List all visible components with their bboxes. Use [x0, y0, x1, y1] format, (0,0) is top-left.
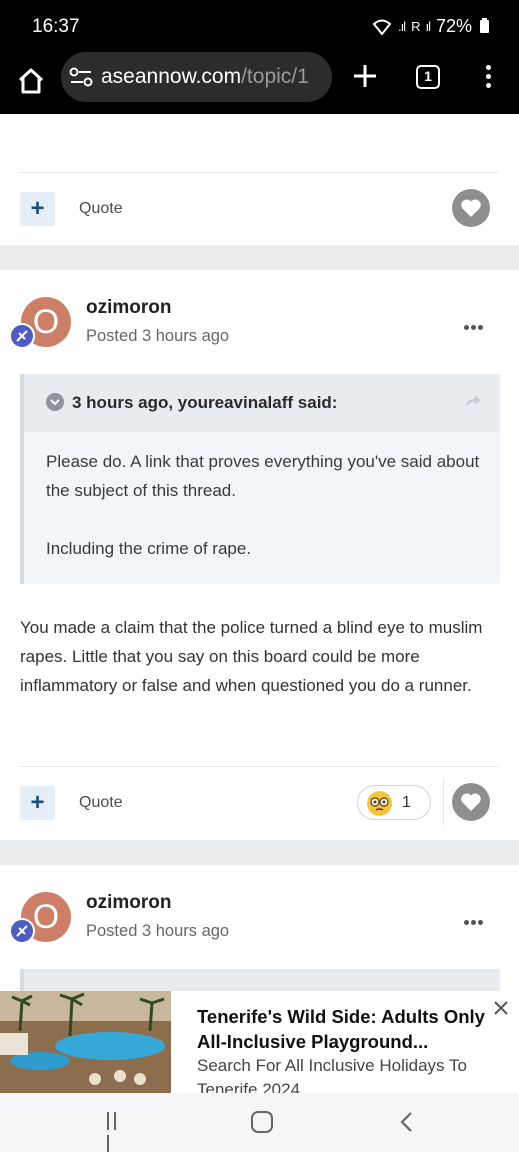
divider [20, 172, 499, 173]
divider [20, 766, 499, 767]
reaction-count-button[interactable]: 1 [357, 785, 431, 820]
quote-header: 3 hours ago, youreavinalaff said: [24, 374, 500, 432]
share-arrow-icon[interactable] [464, 394, 482, 408]
rank-badge [9, 918, 35, 944]
battery-icon [480, 18, 489, 33]
post-timestamp[interactable]: Posted 3 hours ago [86, 327, 229, 346]
post-timestamp[interactable]: Posted 3 hours ago [86, 922, 229, 941]
rank-badge [9, 323, 35, 349]
quote-button[interactable]: Quote [79, 794, 123, 812]
quote-citation: 3 hours ago, youreavinalaff said: [72, 393, 338, 412]
url-path: /topic/1 [241, 65, 309, 88]
blockquote: 3 hours ago, youreavinalaff said: Please… [20, 374, 500, 584]
post-options-icon[interactable] [464, 912, 486, 925]
signal-roaming: R [411, 19, 420, 34]
quote-text-line2: Including the crime of rape. [46, 539, 252, 558]
home-icon[interactable] [16, 66, 46, 96]
forum-post: O ozimoron Posted 3 hours ago 3 hours ag… [0, 270, 519, 840]
signal-icon-2: ıl [425, 19, 430, 34]
signal-icon: .ıl [397, 19, 406, 34]
like-button[interactable] [452, 189, 490, 227]
divider [443, 779, 444, 825]
ad-title[interactable]: Tenerife's Wild Side: Adults Only All-In… [197, 1004, 497, 1054]
like-button[interactable] [452, 783, 490, 821]
quote-text-line1: Please do. A link that proves everything… [46, 452, 480, 500]
battery-level: 72% [435, 16, 472, 36]
address-bar[interactable]: aseannow.com/topic/1 [61, 52, 332, 102]
browser-toolbar: aseannow.com/topic/1 1 [0, 52, 519, 114]
url-text: aseannow.com/topic/1 [101, 65, 309, 89]
reaction-count: 1 [402, 794, 411, 811]
multiquote-button[interactable]: + [20, 192, 55, 226]
wifi-icon [372, 19, 392, 35]
browser-menu-icon[interactable] [484, 65, 492, 91]
close-icon[interactable] [492, 999, 510, 1017]
previous-post-footer: + Quote [0, 114, 519, 245]
post-options-icon[interactable] [464, 317, 486, 330]
multiquote-button[interactable]: + [20, 786, 55, 820]
quote-button[interactable]: Quote [79, 200, 123, 218]
post-author[interactable]: ozimoron [86, 892, 172, 914]
rank-badge-icon [16, 330, 28, 342]
site-settings-icon[interactable] [69, 66, 93, 88]
new-tab-icon[interactable] [352, 63, 378, 89]
ad-image[interactable] [0, 991, 171, 1093]
status-right: .ıl R ıl 72% [372, 16, 489, 37]
post-body: You made a claim that the police turned … [20, 618, 483, 695]
confused-emoji-icon [367, 791, 392, 816]
recent-apps-icon[interactable] [107, 1112, 127, 1152]
home-button-icon[interactable] [251, 1111, 273, 1133]
heart-icon [461, 793, 481, 811]
rank-badge-icon [16, 925, 28, 937]
system-nav-bar [0, 1093, 519, 1152]
advertisement[interactable]: Tenerife's Wild Side: Adults Only All-In… [0, 991, 519, 1093]
post-author[interactable]: ozimoron [86, 297, 172, 319]
chevron-down-icon[interactable] [46, 393, 64, 411]
heart-icon [461, 199, 481, 217]
url-domain: aseannow.com [101, 65, 242, 88]
ad-subtitle[interactable]: Search For All Inclusive Holidays To Ten… [197, 1054, 497, 1093]
tab-switcher-button[interactable]: 1 [416, 65, 440, 89]
status-time: 16:37 [32, 16, 80, 37]
status-bar: 16:37 .ıl R ıl 72% [0, 0, 519, 52]
back-icon[interactable] [399, 1111, 413, 1133]
